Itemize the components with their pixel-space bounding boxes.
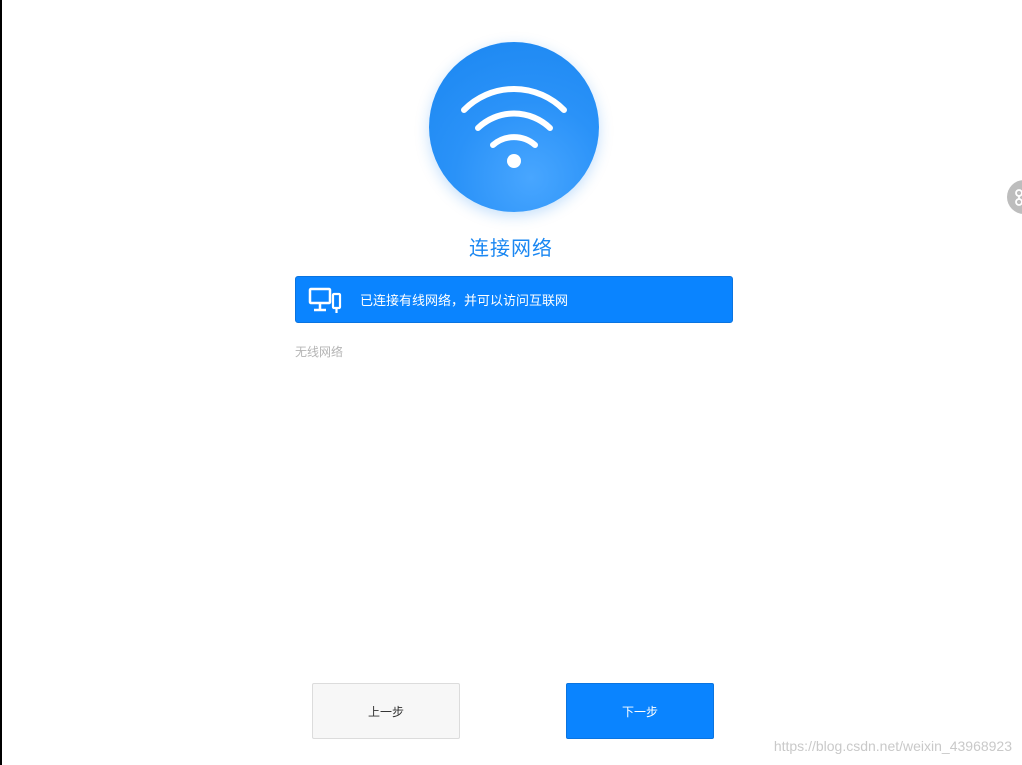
wired-connection-status: 已连接有线网络，并可以访问互联网 bbox=[295, 276, 733, 323]
next-step-button[interactable]: 下一步 bbox=[566, 683, 714, 739]
wifi-section-label: 无线网络 bbox=[295, 345, 344, 359]
prev-step-button[interactable]: 上一步 bbox=[312, 683, 460, 739]
share-icon[interactable] bbox=[1007, 180, 1022, 214]
page-title: 连接网络 bbox=[469, 236, 553, 260]
watermark: https://blog.csdn.net/weixin_43968923 bbox=[773, 738, 1012, 754]
wired-network-icon bbox=[308, 285, 342, 315]
network-setup-page: 连接网络 已连接有线网络，并可以访问互联网 无线网络 上一步 下一步 https… bbox=[0, 0, 1022, 765]
wifi-icon bbox=[429, 42, 599, 212]
window-left-border bbox=[0, 0, 2, 765]
status-text: 已连接有线网络，并可以访问互联网 bbox=[360, 294, 569, 309]
